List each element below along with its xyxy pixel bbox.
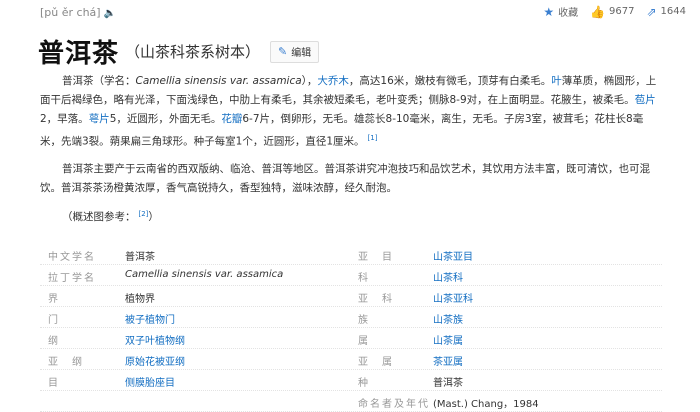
share-count: 1644 xyxy=(660,6,686,17)
info-label: 纲 xyxy=(48,336,60,347)
info-value-link[interactable]: 山茶亚目 xyxy=(433,248,473,263)
info-label: 亚 纲 xyxy=(48,357,84,368)
info-label: 族 xyxy=(358,315,370,326)
info-label: 科 xyxy=(358,273,370,284)
info-label: 亚 目 xyxy=(358,252,394,263)
info-row: 目 侧膜胎座目 种 普洱茶 xyxy=(40,370,662,391)
info-value: Camellia sinensis var. assamica xyxy=(125,269,284,280)
info-label: 亚 属 xyxy=(358,357,394,368)
info-value-link[interactable]: 山茶科 xyxy=(433,269,463,284)
info-label: 界 xyxy=(48,294,60,305)
info-label: 属 xyxy=(358,336,370,347)
text: （概述图参考： xyxy=(62,211,136,223)
info-value-link[interactable]: 山茶亚科 xyxy=(433,290,473,305)
page-title: 普洱茶 xyxy=(38,39,120,69)
top-actions: ★ 收藏 👍 9677 ⇗ 1644 xyxy=(531,4,686,20)
like-count: 9677 xyxy=(609,6,635,17)
info-value-link[interactable]: 山茶属 xyxy=(433,332,463,347)
pinyin-text: [pǔ ěr chá] xyxy=(40,6,101,19)
info-label: 中文学名 xyxy=(48,252,96,263)
info-value-link[interactable]: 双子叶植物纲 xyxy=(125,332,185,347)
text: 普洱茶（学名： xyxy=(62,75,136,87)
info-row: 中文学名 普洱茶 亚 目 山茶亚目 xyxy=(40,244,662,265)
basic-info-table: 中文学名 普洱茶亚 目山茶亚目 拉丁学名 Camellia sinensis var.… xyxy=(40,244,662,412)
like-button[interactable]: 👍 9677 xyxy=(590,5,634,19)
info-label: 目 xyxy=(48,378,60,389)
link-bract[interactable]: 苞片 xyxy=(635,94,656,106)
text: ）， xyxy=(301,75,318,87)
text: ，高达16米，嫩枝有微毛，顶芽有白柔毛。 xyxy=(348,75,552,87)
info-value-link[interactable]: 被子植物门 xyxy=(125,311,175,326)
intro-paragraph-1: 普洱茶（学名：Camellia sinensis var. assamica），… xyxy=(40,72,662,152)
info-row: 门 被子植物门 族 山茶族 xyxy=(40,307,662,328)
text: ） xyxy=(148,211,159,223)
share-button[interactable]: ⇗ 1644 xyxy=(646,5,686,19)
star-icon: ★ xyxy=(543,4,555,19)
info-row: 命名者及年代 (Mast.) Chang，1984 xyxy=(40,391,662,412)
text: 2，早落。 xyxy=(40,113,89,125)
page-subtitle: （山茶科茶系树本） xyxy=(125,43,261,61)
link-leaf[interactable]: 叶 xyxy=(551,75,562,87)
info-row: 纲 双子叶植物纲 属 山茶属 xyxy=(40,328,662,349)
info-label: 拉丁学名 xyxy=(48,273,96,284)
share-icon: ⇗ xyxy=(646,4,657,19)
collect-button[interactable]: ★ 收藏 xyxy=(543,4,579,20)
info-value-link[interactable]: 茶亚属 xyxy=(433,353,463,368)
latin-name: Camellia sinensis var. assamica xyxy=(135,75,302,87)
info-value-link[interactable]: 山茶族 xyxy=(433,311,463,326)
edit-label: 编辑 xyxy=(291,48,312,59)
info-value: 普洱茶 xyxy=(433,378,463,389)
reference-link[interactable]: [2] xyxy=(139,210,149,218)
edit-button[interactable]: ✎ 编辑 xyxy=(270,40,320,63)
reference-link[interactable]: [1] xyxy=(368,134,378,142)
pencil-icon: ✎ xyxy=(278,45,288,58)
info-row: 拉丁学名 Camellia sinensis var. assamica 科 山茶科 xyxy=(40,265,662,286)
info-value-link[interactable]: 原始花被亚纲 xyxy=(125,353,185,368)
link-petal[interactable]: 花瓣 xyxy=(221,113,242,125)
info-value: 普洱茶 xyxy=(125,252,155,263)
info-value: (Mast.) Chang，1984 xyxy=(433,399,539,410)
title-row: 普洱茶 （山茶科茶系树本） ✎ 编辑 xyxy=(38,33,320,70)
pinyin: [pǔ ěr chá] 🔈 xyxy=(40,6,116,19)
collect-label: 收藏 xyxy=(558,8,579,19)
info-label: 种 xyxy=(358,378,370,389)
info-row: 亚 纲 原始花被亚纲 亚 属 茶亚属 xyxy=(40,349,662,370)
info-label: 命名者及年代 xyxy=(358,399,430,410)
info-row: 界 植物界 亚 科 山茶亚科 xyxy=(40,286,662,307)
info-label: 亚 科 xyxy=(358,294,394,305)
image-reference: （概述图参考： [2]） xyxy=(62,209,159,224)
intro-paragraph-2: 普洱茶主要产于云南省的西双版纳、临沧、普洱等地区。普洱茶讲究冲泡技巧和品饮艺术，… xyxy=(40,163,650,194)
text: 5，近圆形，外面无毛。 xyxy=(109,113,222,125)
link-tree[interactable]: 大乔木 xyxy=(317,75,349,87)
info-value: 植物界 xyxy=(125,294,155,305)
info-value-link[interactable]: 侧膜胎座目 xyxy=(125,374,175,389)
link-sepal[interactable]: 萼片 xyxy=(89,113,110,125)
info-label: 门 xyxy=(48,315,60,326)
thumbs-up-icon: 👍 xyxy=(590,4,606,19)
speaker-icon[interactable]: 🔈 xyxy=(104,8,116,19)
